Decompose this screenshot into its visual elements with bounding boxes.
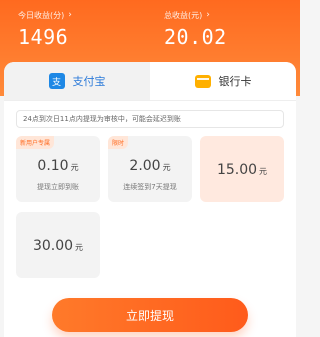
chevron-right-icon: › <box>206 10 210 20</box>
total-earnings-label: 总收益(元) › <box>164 10 210 21</box>
today-earnings-value: 1496 <box>18 25 69 49</box>
today-earnings[interactable]: 今日收益(分) › 1496 <box>18 10 72 50</box>
total-earnings-value: 20.02 <box>164 25 227 49</box>
option-amount: 30.00 元 <box>32 238 84 254</box>
tabs-divider <box>4 100 296 101</box>
alipay-icon: 支 <box>48 73 65 89</box>
withdraw-option[interactable]: 新用户专属 0.10 元 提现立即到账 <box>16 136 100 202</box>
withdraw-now-button[interactable]: 立即提现 <box>52 298 248 332</box>
bank-card-icon <box>194 74 211 88</box>
option-amount: 0.10 元 <box>37 158 79 174</box>
withdraw-option[interactable]: 限时 2.00 元 连续签到7天提现 <box>108 136 192 202</box>
withdraw-option-selected[interactable]: 15.00 元 <box>200 136 284 202</box>
today-earnings-label: 今日收益(分) › <box>18 10 72 21</box>
withdraw-option[interactable]: 30.00 元 <box>16 212 100 278</box>
withdraw-card: 支 支付宝 银行卡 24点到次日11点内提现为审核中，可能会延迟到账 新用户专属… <box>4 62 296 337</box>
tab-alipay[interactable]: 支 支付宝 <box>4 62 150 100</box>
tab-alipay-label: 支付宝 <box>72 75 106 88</box>
tab-bank-card[interactable]: 银行卡 <box>150 62 296 100</box>
option-badge: 限时 <box>108 136 129 149</box>
option-description: 连续签到7天提现 <box>123 183 177 191</box>
option-description: 提现立即到账 <box>37 183 79 191</box>
option-badge: 新用户专属 <box>16 136 55 149</box>
option-amount: 15.00 元 <box>216 162 268 178</box>
payment-tabs: 支 支付宝 银行卡 <box>4 62 296 100</box>
chevron-right-icon: › <box>68 10 72 20</box>
option-amount: 2.00 元 <box>129 158 171 174</box>
total-earnings[interactable]: 总收益(元) › 20.02 <box>164 10 227 50</box>
tab-bank-card-label: 银行卡 <box>218 75 252 88</box>
withdraw-notice: 24点到次日11点内提现为审核中，可能会延迟到账 <box>16 110 284 128</box>
